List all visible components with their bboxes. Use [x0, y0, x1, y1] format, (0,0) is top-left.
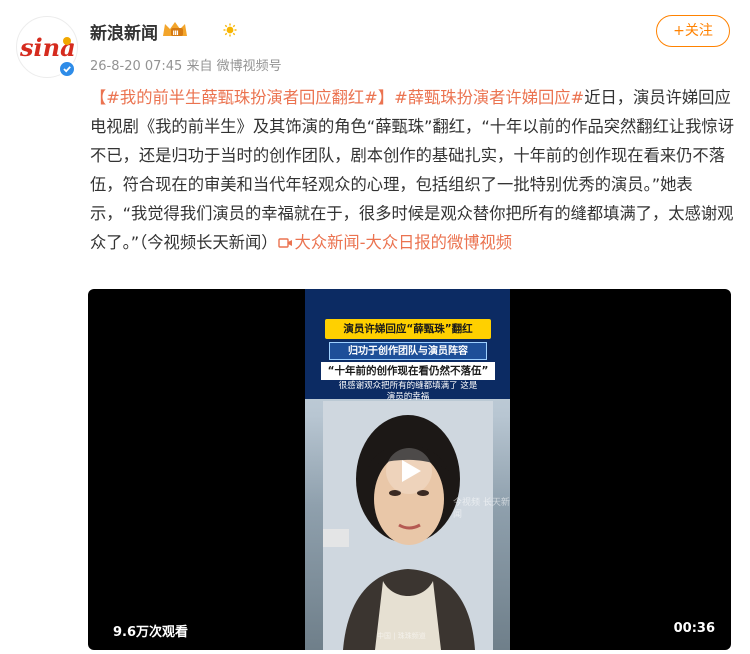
video-caption-subtitle: 归功于创作团队与演员阵容 [329, 342, 487, 360]
video-camera-icon [277, 237, 292, 248]
hashtag-link[interactable]: #薛甄珠扮演者许娣回应# [394, 88, 584, 107]
video-caption-quote: “十年前的创作现在看仍然不落伍” [321, 362, 495, 380]
speaker-image [323, 401, 493, 650]
sina-logo: sina [20, 35, 76, 61]
post-timestamp[interactable]: 26-8-20 07:45 [90, 59, 182, 74]
video-caption-title: 演员许娣回应“薛甄珠”翻红 [325, 319, 491, 339]
follow-button[interactable]: +关注 [656, 15, 730, 47]
weibo-post-card: sina 新浪新闻 Ⅲ 26-8-20 07:45 来自 微博视频号 +关注 【… [0, 0, 750, 654]
post-meta: 26-8-20 07:45 来自 微博视频号 [90, 55, 282, 74]
hashtag-link[interactable]: 【#我的前半生薛甄珠扮演者回应翻红#】 [90, 88, 394, 107]
video-watermark: 今视频 长天新闻 [453, 498, 510, 520]
author-name[interactable]: 新浪新闻 [90, 19, 158, 44]
video-player[interactable]: 演员许娣回应“薛甄珠”翻红 归功于创作团队与演员阵容 “十年前的创作现在看仍然不… [88, 289, 731, 650]
video-caption-note: 很感谢观众把所有的缝都填满了 这是演员的幸福 [338, 381, 478, 402]
post-text: 【#我的前半生薛甄珠扮演者回应翻红#】#薛甄珠扮演者许娣回应#近日，演员许娣回应… [90, 84, 734, 257]
video-source-link[interactable]: 大众新闻-大众日报的微博视频 [277, 232, 513, 252]
sun-badge-icon [223, 23, 237, 37]
play-button[interactable] [386, 448, 432, 494]
video-duration: 00:36 [673, 621, 715, 636]
svg-text:Ⅲ: Ⅲ [173, 29, 179, 37]
video-source-label: 大众新闻-大众日报的微博视频 [294, 232, 513, 252]
post-source: 来自 微博视频号 [186, 59, 282, 74]
post-body: 近日，演员许娣回应电视剧《我的前半生》及其饰演的角色“薛甄珠”翻红，“十年以前的… [90, 88, 734, 252]
member-crown-icon: Ⅲ [163, 22, 187, 37]
view-count: 9.6万次观看 [113, 625, 189, 640]
video-watermark-bottom: 中国 | 珠珠频道 [377, 632, 426, 640]
play-icon [402, 460, 421, 482]
verified-icon [58, 60, 76, 78]
